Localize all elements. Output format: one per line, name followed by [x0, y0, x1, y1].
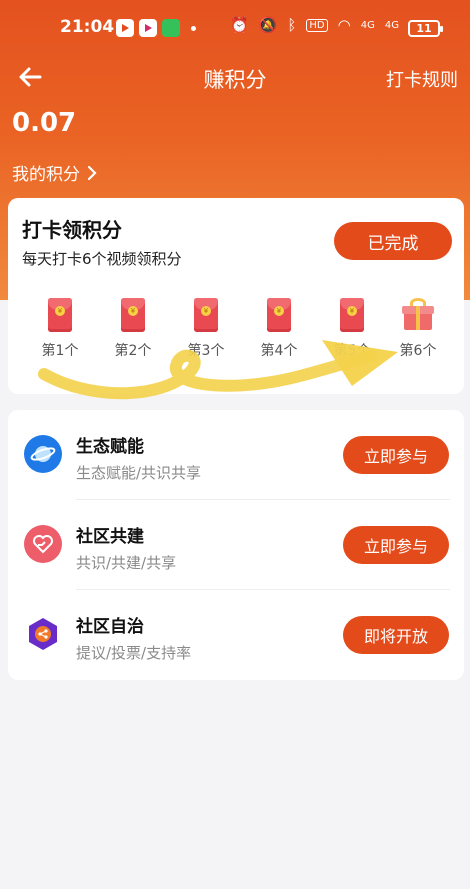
share-hexagon-icon: [24, 615, 62, 653]
play-app-icon: [139, 19, 157, 37]
alarm-icon: ⏰: [230, 16, 249, 34]
my-points-link[interactable]: 我的积分: [12, 160, 98, 185]
battery-level: 11: [416, 22, 432, 35]
day-label: 第5个: [333, 343, 371, 359]
mute-icon: 🔕: [258, 16, 278, 34]
notification-dot: [191, 26, 196, 31]
checkin-day-5: ¥ 第5个: [322, 298, 382, 360]
task-title: 生态赋能: [76, 437, 144, 457]
task-item-community-build: 社区共建 共识/共建/共享 立即参与: [8, 500, 464, 590]
wechat-app-icon: [162, 19, 180, 37]
video-app-icon: [116, 19, 134, 37]
bluetooth-icon: ᛒ: [287, 16, 297, 34]
signal-4g-icon: 4G: [360, 19, 375, 31]
checkin-subtitle: 每天打卡6个视频领积分: [22, 250, 182, 268]
heart-hands-icon: [24, 525, 62, 563]
red-envelope-icon: ¥: [194, 298, 218, 332]
coming-soon-button[interactable]: 即将开放: [343, 616, 449, 654]
checkin-day-1: ¥ 第1个: [30, 298, 90, 360]
day-label: 第3个: [187, 343, 225, 359]
day-label: 第4个: [260, 343, 298, 359]
red-envelope-icon: ¥: [48, 298, 72, 332]
top-bar: 赚积分 打卡规则: [0, 56, 470, 100]
task-subtitle: 提议/投票/支持率: [76, 644, 192, 662]
tasks-card: 生态赋能 生态赋能/共识共享 立即参与 社区共建 共识/共建/共享 立即参与 社…: [8, 410, 464, 680]
day-label: 第6个: [399, 343, 437, 359]
planet-icon: [24, 435, 62, 473]
status-bar: 21:04 ⏰ 🔕 ᛒ HD ◠ 4G 4G 11: [0, 0, 470, 56]
status-time: 21:04: [60, 17, 115, 37]
checkin-day-2: ¥ 第2个: [103, 298, 163, 360]
checkin-days: ¥ 第1个 ¥ 第2个 ¥ 第3个 ¥ 第4个 ¥ 第5个 第6个: [8, 298, 464, 368]
task-title: 社区自治: [76, 617, 144, 637]
signal-4g-icon-2: 4G: [384, 19, 399, 31]
join-now-button[interactable]: 立即参与: [343, 436, 449, 474]
day-label: 第2个: [114, 343, 152, 359]
join-now-button[interactable]: 立即参与: [343, 526, 449, 564]
task-subtitle: 共识/共建/共享: [76, 554, 177, 572]
task-item-community-autonomy: 社区自治 提议/投票/支持率 即将开放: [8, 590, 464, 680]
gift-box-icon: [402, 298, 434, 332]
checkin-rules-link[interactable]: 打卡规则: [386, 66, 458, 92]
completed-button[interactable]: 已完成: [334, 222, 452, 260]
red-envelope-icon: ¥: [340, 298, 364, 332]
battery-icon: 11: [408, 20, 443, 37]
checkin-day-3: ¥ 第3个: [176, 298, 236, 360]
red-envelope-icon: ¥: [267, 298, 291, 332]
checkin-title: 打卡领积分: [22, 218, 122, 242]
wifi-icon: ◠: [337, 16, 351, 34]
task-subtitle: 生态赋能/共识共享: [76, 464, 202, 482]
chevron-right-icon: [87, 165, 97, 180]
task-title: 社区共建: [76, 527, 144, 547]
points-value: 0.07: [12, 108, 77, 138]
hd-icon: HD: [306, 18, 328, 32]
task-item-ecosystem: 生态赋能 生态赋能/共识共享 立即参与: [8, 410, 464, 500]
checkin-day-4: ¥ 第4个: [249, 298, 309, 360]
checkin-card: 打卡领积分 每天打卡6个视频领积分 已完成 ¥ 第1个 ¥ 第2个 ¥ 第3个 …: [8, 198, 464, 394]
checkin-day-6: 第6个: [388, 298, 448, 360]
day-label: 第1个: [41, 343, 79, 359]
red-envelope-icon: ¥: [121, 298, 145, 332]
my-points-label: 我的积分: [12, 165, 80, 185]
status-icons: ⏰ 🔕 ᛒ HD ◠ 4G 4G: [230, 16, 399, 34]
